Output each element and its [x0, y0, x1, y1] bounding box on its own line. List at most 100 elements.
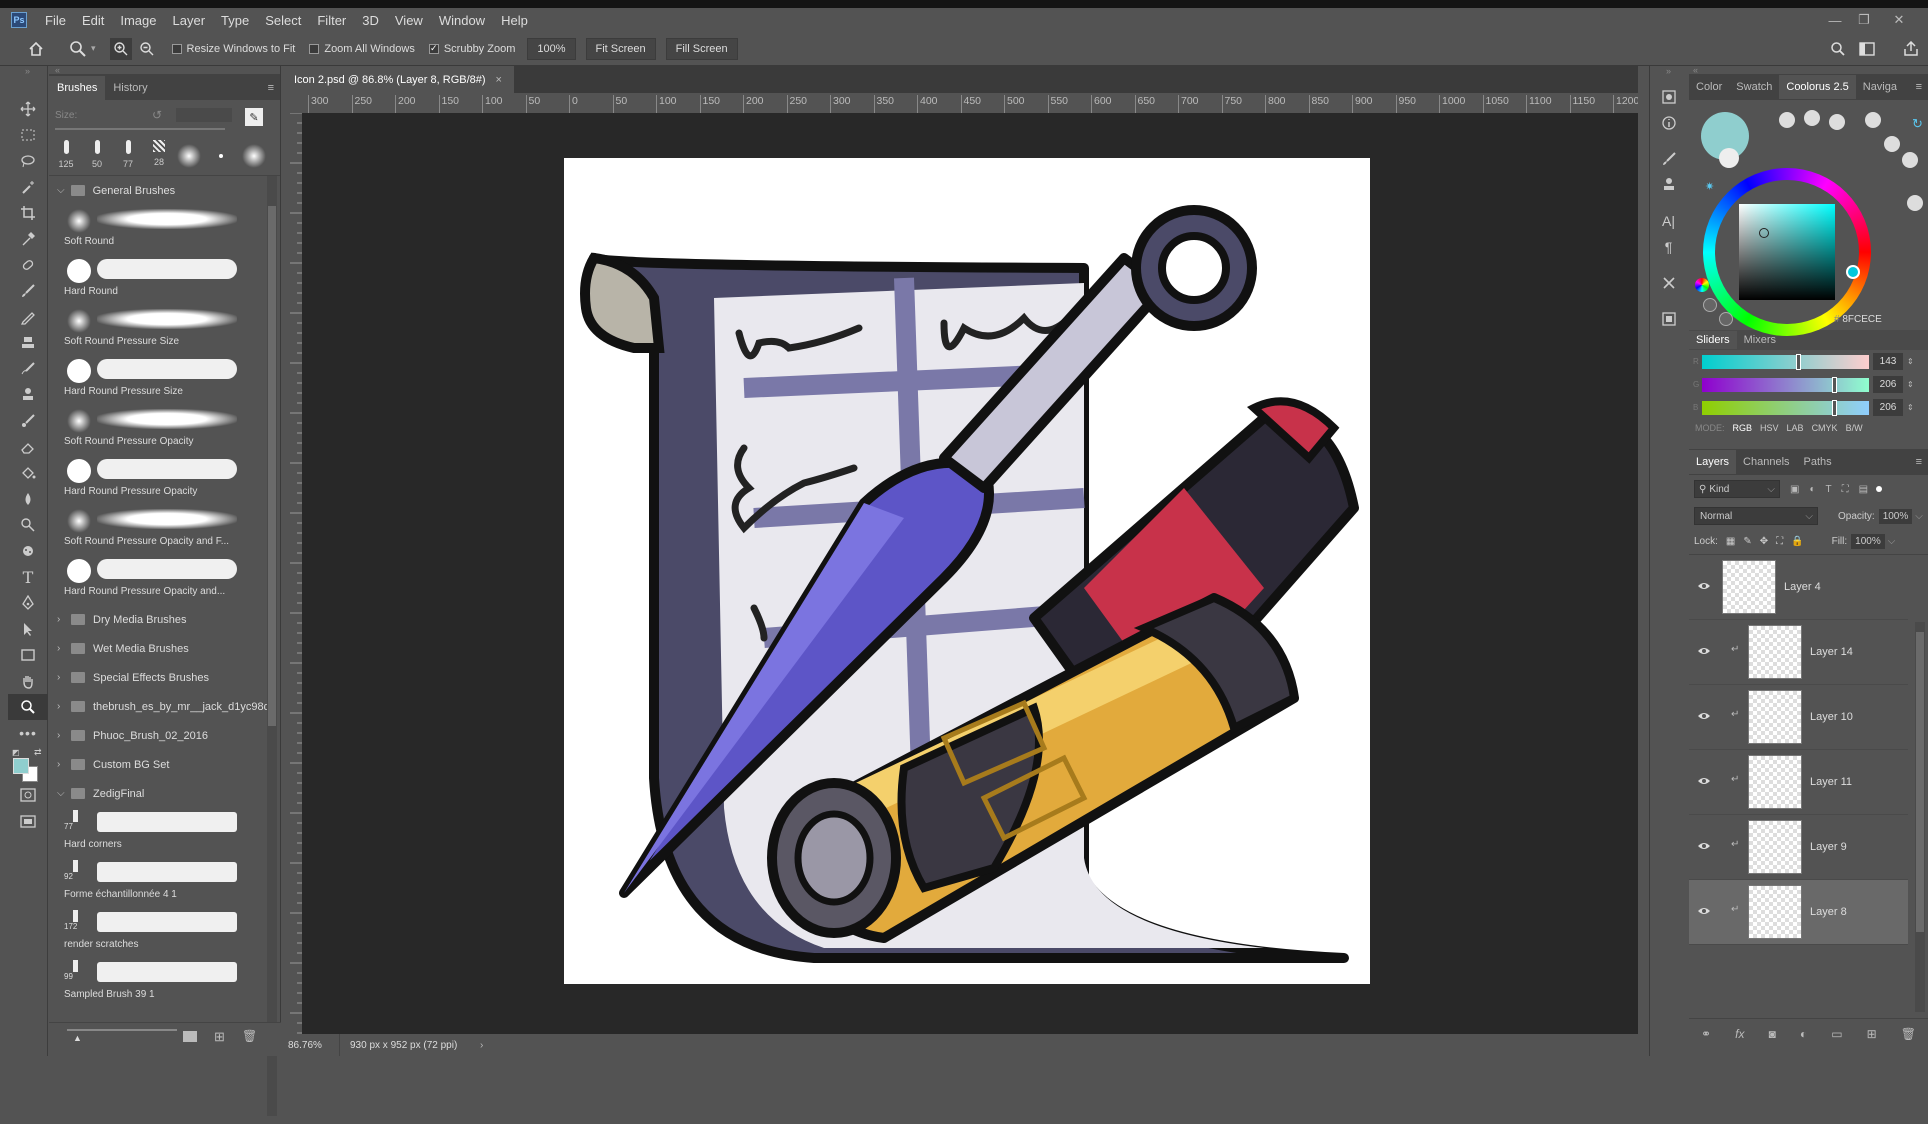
menu-image[interactable]: Image — [112, 13, 164, 28]
preset-soft-brush[interactable] — [177, 144, 201, 168]
color-mode-icon[interactable] — [1695, 278, 1709, 292]
home-icon[interactable] — [25, 38, 47, 60]
scrubby-zoom-checkbox[interactable]: ✓ Scrubby Zoom — [428, 43, 515, 55]
menu-edit[interactable]: Edit — [74, 13, 112, 28]
info-icon[interactable] — [1650, 110, 1687, 136]
paragraph-icon[interactable]: ¶ — [1650, 234, 1687, 260]
history-brush-icon[interactable] — [8, 356, 48, 382]
preview-size-slider[interactable] — [67, 1029, 177, 1031]
fill-field[interactable]: 100% — [1851, 534, 1885, 549]
tab-color[interactable]: Color — [1689, 75, 1729, 99]
trash-icon[interactable]: 🗑 — [242, 1029, 257, 1043]
paint-bucket-icon[interactable] — [8, 460, 48, 486]
zoom-in-icon[interactable] — [109, 37, 132, 60]
red-slider[interactable]: R 143 ⇕ — [1689, 350, 1928, 373]
brush-tool-icon[interactable] — [8, 278, 48, 304]
menu-view[interactable]: View — [387, 13, 431, 28]
brush-group[interactable]: › thebrush_es_by_mr__jack_d1yc98d — [49, 692, 280, 721]
mode-bw[interactable]: B/W — [1846, 423, 1863, 433]
layer-name[interactable]: Layer 10 — [1810, 711, 1853, 723]
green-value[interactable]: 206 — [1873, 376, 1903, 393]
filter-adjustment-icon[interactable]: ◐ — [1809, 484, 1815, 495]
brush-item[interactable]: Soft Round Pressure Opacity — [49, 405, 280, 455]
sv-picker-handle[interactable] — [1759, 228, 1769, 238]
blur-tool-icon[interactable] — [8, 486, 48, 512]
fit-screen-button[interactable]: Fit Screen — [585, 37, 656, 60]
stepper-icon[interactable]: ⇕ — [1907, 380, 1914, 389]
visibility-eye-icon[interactable] — [1697, 841, 1711, 851]
sponge-tool-icon[interactable] — [8, 538, 48, 564]
rectangle-tool-icon[interactable] — [8, 642, 48, 668]
layer-row[interactable]: ↵ Layer 14 — [1689, 620, 1908, 685]
type-tool-icon[interactable]: T — [8, 564, 48, 590]
brush-shape-preset[interactable] — [1804, 110, 1820, 126]
minimize-icon[interactable]: — — [1822, 8, 1848, 32]
new-brush-icon[interactable]: ✎ — [245, 108, 263, 126]
search-icon[interactable] — [1827, 38, 1849, 60]
new-brush-icon[interactable]: ⊞ — [214, 1029, 225, 1045]
menu-filter[interactable]: Filter — [309, 13, 354, 28]
pencil-tool-icon[interactable] — [8, 304, 48, 330]
visibility-eye-icon[interactable] — [1697, 711, 1711, 721]
blue-slider-handle[interactable] — [1832, 399, 1837, 416]
zoom-level[interactable]: 86.76% — [282, 1034, 340, 1056]
visibility-eye-icon[interactable] — [1697, 906, 1711, 916]
stamp-tool-icon[interactable] — [8, 382, 48, 408]
option-circle-icon[interactable] — [1703, 298, 1717, 312]
lock-artboard-icon[interactable]: ⛶ — [1776, 536, 1783, 547]
visibility-eye-icon[interactable] — [1697, 776, 1711, 786]
blue-slider[interactable]: B 206 ⇕ — [1689, 396, 1928, 419]
brush-item[interactable]: 92 Forme échantillonnée 4 1 — [49, 858, 280, 908]
brush-settings-icon[interactable] — [1650, 146, 1687, 172]
chevron-down-icon[interactable]: ⌵ — [1915, 511, 1923, 522]
adjustment-layer-icon[interactable]: ◐ — [1800, 1027, 1807, 1041]
layer-name[interactable]: Layer 9 — [1810, 841, 1847, 853]
tab-channels[interactable]: Channels — [1736, 450, 1796, 474]
quick-mask-icon[interactable] — [8, 782, 48, 808]
tab-paths[interactable]: Paths — [1797, 450, 1839, 474]
filter-shape-icon[interactable]: ⛶ — [1842, 484, 1849, 495]
menu-file[interactable]: File — [37, 13, 74, 28]
brush-item[interactable]: 77 Hard corners — [49, 808, 280, 858]
layer-mask-icon[interactable]: ◙ — [1769, 1027, 1776, 1041]
mixer-brush-icon[interactable] — [8, 408, 48, 434]
lasso-tool-icon[interactable] — [8, 148, 48, 174]
filter-pixel-icon[interactable]: ▣ — [1790, 484, 1799, 495]
fill-screen-button[interactable]: Fill Screen — [665, 37, 738, 60]
layer-name[interactable]: Layer 14 — [1810, 646, 1853, 658]
eraser-tool-icon[interactable] — [8, 434, 48, 460]
tool-presets-icon[interactable] — [1650, 270, 1687, 296]
document-tab[interactable]: Icon 2.psd @ 86.8% (Layer 8, RGB/8#) × — [282, 66, 514, 93]
menu-layer[interactable]: Layer — [165, 13, 214, 28]
collapse-arrows-icon[interactable]: » — [1650, 66, 1687, 76]
brush-shape-preset[interactable] — [1907, 195, 1923, 211]
status-arrow-icon[interactable]: › — [480, 1040, 483, 1051]
resize-windows-checkbox[interactable]: Resize Windows to Fit — [171, 43, 295, 55]
hex-value[interactable]: # 8FCECE — [1834, 314, 1882, 325]
lock-transparent-icon[interactable]: ▦ — [1726, 536, 1735, 547]
collapse-arrows-icon[interactable]: « — [49, 66, 280, 75]
layer-name[interactable]: Layer 11 — [1810, 776, 1852, 788]
close-tab-icon[interactable]: × — [496, 74, 502, 86]
artwork-canvas[interactable] — [564, 158, 1370, 984]
visibility-eye-icon[interactable] — [1697, 581, 1711, 591]
brush-shape-preset[interactable] — [1779, 112, 1795, 128]
layer-row[interactable]: ↵ Layer 9 — [1689, 815, 1908, 880]
blend-mode-select[interactable]: Normal ⌵ — [1694, 507, 1818, 525]
brush-list-scrollbar[interactable] — [267, 176, 277, 1116]
lock-position-icon[interactable]: ✥ — [1760, 536, 1768, 547]
blue-gradient-bar[interactable] — [1702, 400, 1869, 415]
close-icon[interactable]: ✕ — [1886, 8, 1912, 32]
layer-row[interactable]: Layer 4 — [1689, 555, 1908, 620]
menu-3d[interactable]: 3D — [354, 13, 387, 28]
screen-mode-icon[interactable] — [8, 808, 48, 834]
path-selection-icon[interactable] — [8, 616, 48, 642]
visibility-eye-icon[interactable] — [1697, 646, 1711, 656]
preset-brush[interactable]: 50 — [85, 140, 109, 172]
brush-item[interactable]: Hard Round Pressure Opacity and... — [49, 555, 280, 605]
brush-item[interactable]: Hard Round Pressure Size — [49, 355, 280, 405]
refresh-icon[interactable]: ↻ — [1912, 116, 1923, 132]
preset-brush[interactable]: 28 — [147, 140, 171, 170]
foreground-color-swatch[interactable] — [13, 758, 29, 774]
filter-type-icon[interactable]: T — [1826, 484, 1832, 495]
